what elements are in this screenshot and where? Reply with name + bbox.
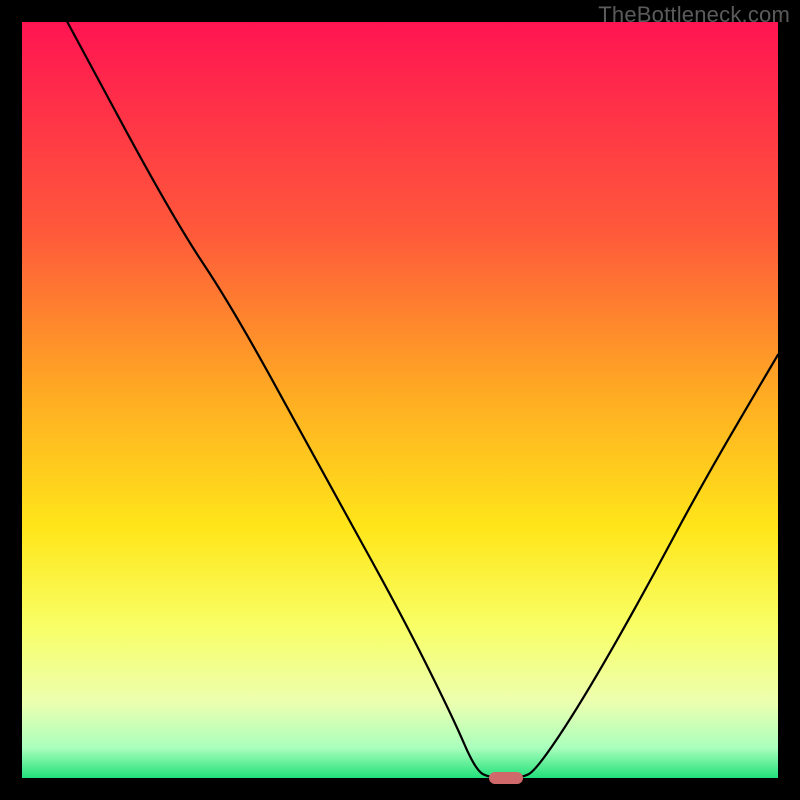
chart-frame: TheBottleneck.com	[0, 0, 800, 800]
plot-area	[22, 22, 778, 778]
curve-layer	[22, 22, 778, 778]
optimal-marker	[489, 772, 523, 784]
series-bottleneck-curve	[67, 22, 778, 778]
watermark-text: TheBottleneck.com	[598, 2, 790, 28]
